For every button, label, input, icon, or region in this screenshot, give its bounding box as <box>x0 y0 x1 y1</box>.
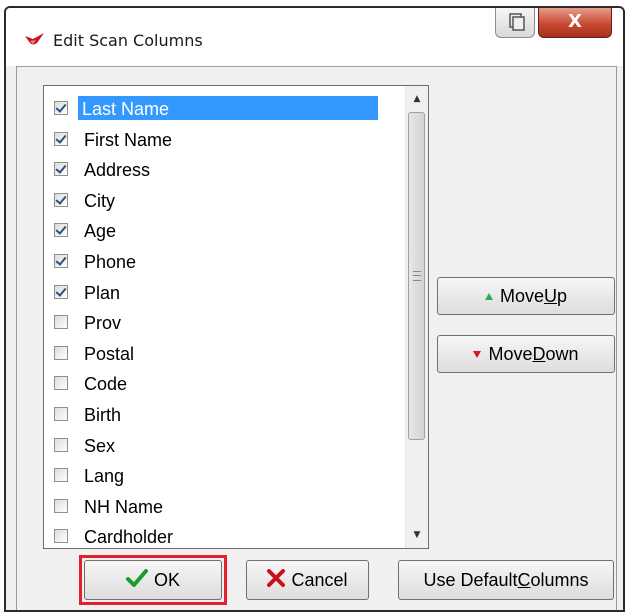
column-checkbox[interactable] <box>54 254 68 268</box>
move-down-button[interactable]: Move Down <box>437 335 615 373</box>
scroll-thumb[interactable] <box>408 112 425 440</box>
column-label: NH Name <box>84 496 164 517</box>
column-checkbox[interactable] <box>54 162 68 177</box>
scroll-up-arrow[interactable]: ▲ <box>406 88 428 110</box>
column-list-item[interactable]: Prov <box>54 308 384 336</box>
move-up-button[interactable]: Move Up <box>437 277 615 315</box>
column-checkbox[interactable] <box>54 468 68 483</box>
edit-scan-columns-dialog: Edit Scan Columns X Last Name First Name A… <box>4 6 625 612</box>
column-label: Code <box>84 374 128 395</box>
move-down-label-pre: Move <box>488 343 533 364</box>
column-list-item[interactable]: Plan <box>54 278 384 306</box>
column-label: Last Name <box>78 96 378 120</box>
defaults-label-pre: Use Default <box>423 569 518 590</box>
column-list-item[interactable]: Phone <box>54 247 384 275</box>
move-up-label-accel: U <box>544 285 557 306</box>
arrow-up-icon <box>484 292 493 300</box>
title-bar: Edit Scan Columns X <box>6 8 623 66</box>
column-checkbox[interactable] <box>54 315 68 330</box>
column-label: Age <box>84 221 117 242</box>
arrow-down-icon <box>473 350 482 358</box>
column-label: Birth <box>84 405 122 425</box>
column-label: Postal <box>84 343 135 364</box>
column-label: First Name <box>84 129 173 150</box>
column-list-item[interactable]: Cardholder <box>54 522 384 548</box>
column-list-item[interactable]: NH Name <box>54 492 384 520</box>
column-list-item[interactable]: Age <box>54 216 384 244</box>
vertical-scrollbar[interactable]: ▲ ▼ <box>405 86 428 548</box>
column-list-item[interactable]: Postal <box>54 339 384 367</box>
column-checkbox[interactable] <box>54 407 68 421</box>
column-list-item[interactable]: Birth <box>54 400 384 428</box>
column-checkbox[interactable] <box>54 131 68 146</box>
column-list-item[interactable]: First Name <box>54 125 384 153</box>
close-icon: X <box>568 11 582 32</box>
app-logo-icon <box>24 31 46 51</box>
defaults-label-post: olumns <box>530 569 589 590</box>
move-down-label-accel: D <box>532 343 546 364</box>
column-label: Cardholder <box>84 527 174 548</box>
column-checkbox[interactable] <box>54 101 68 115</box>
column-label: Address <box>84 160 151 181</box>
column-label: Phone <box>84 252 137 272</box>
red-x-icon <box>267 568 286 592</box>
column-checkbox[interactable] <box>54 529 68 544</box>
column-checkbox[interactable] <box>54 192 68 207</box>
column-label: Prov <box>84 313 122 334</box>
ok-button[interactable]: OK <box>84 560 222 600</box>
column-checkbox[interactable] <box>54 284 68 299</box>
restore-icon <box>496 13 534 40</box>
column-list-item[interactable]: City <box>54 186 384 214</box>
column-list-item[interactable]: Last Name <box>54 94 384 122</box>
column-label: City <box>84 190 115 211</box>
use-default-columns-button[interactable]: Use Default Columns <box>398 560 614 600</box>
column-checkbox[interactable] <box>54 498 68 513</box>
defaults-label-accel: C <box>517 569 531 590</box>
column-checkbox[interactable] <box>54 345 68 360</box>
column-list-item[interactable]: Address <box>54 155 384 183</box>
column-checkbox[interactable] <box>54 223 68 238</box>
column-label: Sex <box>84 435 116 456</box>
column-label: Lang <box>84 466 125 487</box>
column-label: Plan <box>84 282 121 303</box>
ok-label: OK <box>153 569 180 590</box>
column-list-item[interactable]: Code <box>54 369 384 397</box>
column-list-item[interactable]: Lang <box>54 461 384 489</box>
move-down-label-post: own <box>545 343 579 364</box>
cancel-label: Cancel <box>291 569 348 590</box>
window-title: Edit Scan Columns <box>53 31 203 50</box>
column-list-item[interactable]: Sex <box>54 431 384 459</box>
column-list[interactable]: Last Name First Name Address City Age Phone Pl… <box>43 85 429 549</box>
scroll-down-arrow[interactable]: ▼ <box>406 524 428 546</box>
cancel-button[interactable]: Cancel <box>246 560 369 600</box>
move-up-label-post: p <box>557 285 568 306</box>
column-checkbox[interactable] <box>54 376 68 391</box>
column-checkbox[interactable] <box>54 437 68 452</box>
dialog-content: Last Name First Name Address City Age Phone Pl… <box>16 66 617 610</box>
close-button[interactable]: X <box>538 8 612 38</box>
checkmark-icon <box>125 568 148 592</box>
scroll-grip-icon <box>413 271 421 281</box>
move-up-label-pre: Move <box>499 285 544 306</box>
restore-button[interactable] <box>495 8 535 38</box>
